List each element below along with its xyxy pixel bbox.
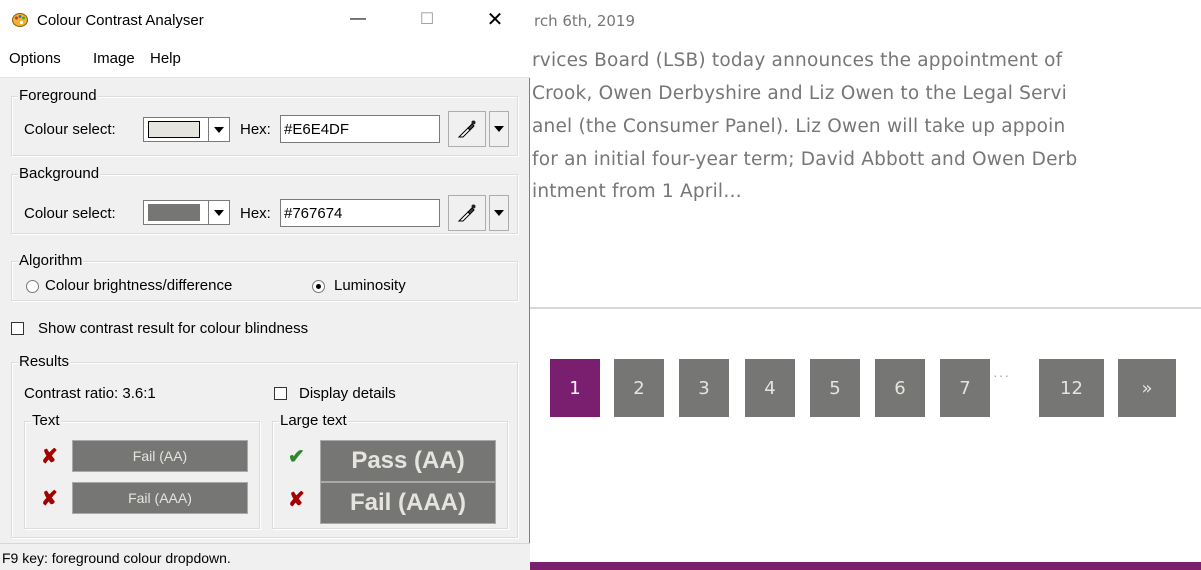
fail-cross-icon: ✘ xyxy=(288,489,305,511)
fail-cross-icon: ✘ xyxy=(41,488,58,510)
menu-help[interactable]: Help xyxy=(150,50,181,67)
colour-contrast-analyser-window: Colour Contrast Analyser — ☐ ✕ Options I… xyxy=(0,0,530,570)
text-results-group-label: Text xyxy=(31,412,61,429)
foreground-colour-select-label: Colour select: xyxy=(24,121,116,138)
foreground-eyedropper-button[interactable] xyxy=(448,111,486,147)
palette-icon xyxy=(12,13,28,27)
chevron-down-icon xyxy=(214,209,224,216)
large-text-aaa-result: Fail (AAA) xyxy=(320,482,496,524)
page-button-12[interactable]: 12 xyxy=(1039,359,1104,417)
menu-options[interactable]: Options xyxy=(9,50,61,67)
foreground-hex-label: Hex: xyxy=(240,121,271,138)
foreground-eyedropper-dropdown[interactable] xyxy=(489,111,509,147)
article-text-line: Crook, Owen Derbyshire and Liz Owen to t… xyxy=(532,83,1067,104)
status-bar: F9 key: foreground colour dropdown. xyxy=(0,543,530,570)
article-text-line: for an initial four-year term; David Abb… xyxy=(532,149,1078,170)
background-group: Background xyxy=(11,165,518,234)
display-details-label[interactable]: Display details xyxy=(299,385,396,402)
colour-blindness-label[interactable]: Show contrast result for colour blindnes… xyxy=(38,320,308,337)
background-colour-select-label: Colour select: xyxy=(24,205,116,222)
article-text-line: intment from 1 April… xyxy=(532,181,742,202)
algorithm-brightness-radio[interactable] xyxy=(26,280,39,293)
algorithm-brightness-label[interactable]: Colour brightness/difference xyxy=(45,277,232,294)
foreground-colour-select[interactable] xyxy=(143,117,209,142)
results-group-label: Results xyxy=(18,353,71,370)
algorithm-luminosity-label[interactable]: Luminosity xyxy=(334,277,406,294)
background-hex-input[interactable] xyxy=(280,199,440,227)
title-bar[interactable]: Colour Contrast Analyser — ☐ ✕ xyxy=(0,0,530,38)
text-aa-result: Fail (AA) xyxy=(72,440,248,472)
page-button-2[interactable]: 2 xyxy=(614,359,664,417)
pass-check-icon: ✔ xyxy=(288,446,305,468)
background-colour-swatch xyxy=(148,204,200,221)
chevron-down-icon xyxy=(494,210,504,216)
algorithm-luminosity-radio[interactable] xyxy=(312,280,325,293)
large-text-results-group-label: Large text xyxy=(279,412,348,429)
chevron-down-icon xyxy=(214,126,224,133)
foreground-colour-swatch xyxy=(148,121,200,138)
page-button-3[interactable]: 3 xyxy=(679,359,729,417)
chevron-down-icon xyxy=(494,126,504,132)
article-text-line: anel (the Consumer Panel). Liz Owen will… xyxy=(532,116,1066,137)
article-text-line: rvices Board (LSB) today announces the a… xyxy=(532,50,1063,71)
large-text-aa-result: Pass (AA) xyxy=(320,440,496,482)
text-aaa-result: Fail (AAA) xyxy=(72,482,248,514)
page-button-7[interactable]: 7 xyxy=(940,359,990,417)
eyedropper-icon xyxy=(457,120,476,138)
algorithm-group-label: Algorithm xyxy=(18,252,84,269)
window-title: Colour Contrast Analyser xyxy=(37,12,204,29)
next-page-button[interactable]: » xyxy=(1118,359,1176,417)
page-button-5[interactable]: 5 xyxy=(810,359,860,417)
fail-cross-icon: ✘ xyxy=(41,446,58,468)
close-button[interactable]: ✕ xyxy=(472,0,518,38)
foreground-colour-dropdown-button[interactable] xyxy=(208,117,230,142)
background-eyedropper-button[interactable] xyxy=(448,195,486,231)
minimize-button[interactable]: — xyxy=(335,0,381,38)
eyedropper-icon xyxy=(457,204,476,222)
page-button-4[interactable]: 4 xyxy=(745,359,795,417)
background-eyedropper-dropdown[interactable] xyxy=(489,195,509,231)
page-button-1[interactable]: 1 xyxy=(550,359,600,417)
maximize-button[interactable]: ☐ xyxy=(404,0,450,38)
background-hex-label: Hex: xyxy=(240,205,271,222)
background-colour-dropdown-button[interactable] xyxy=(208,200,230,225)
status-text: F9 key: foreground colour dropdown. xyxy=(2,550,231,566)
section-divider xyxy=(530,307,1201,309)
menu-image[interactable]: Image xyxy=(93,50,135,67)
colour-blindness-checkbox[interactable] xyxy=(11,322,24,335)
foreground-group-label: Foreground xyxy=(18,87,98,104)
display-details-checkbox[interactable] xyxy=(274,387,287,400)
background-colour-select[interactable] xyxy=(143,200,209,225)
page-button-6[interactable]: 6 xyxy=(875,359,925,417)
footer-bar xyxy=(530,562,1201,570)
pagination-ellipsis: ··· xyxy=(993,367,1010,383)
menu-bar: Options Image Help xyxy=(0,38,530,78)
foreground-hex-input[interactable] xyxy=(280,115,440,143)
background-group-label: Background xyxy=(18,165,101,182)
article-date: rch 6th, 2019 xyxy=(534,12,636,30)
contrast-ratio-value: Contrast ratio: 3.6:1 xyxy=(24,385,156,402)
